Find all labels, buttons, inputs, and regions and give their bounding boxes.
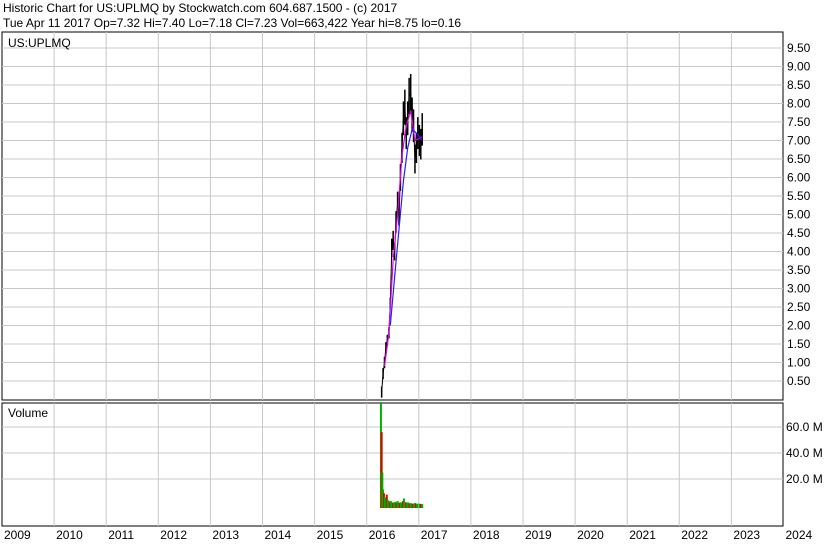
price-tick-label: 6.50	[787, 152, 811, 166]
header-quote: Tue Apr 11 2017 Op=7.32 Hi=7.40 Lo=7.18 …	[3, 16, 461, 30]
price-tick-label: 5.50	[787, 189, 811, 203]
volume-panel-title: Volume	[8, 406, 48, 420]
year-tick-label: 2021	[629, 528, 656, 542]
price-tick-label: 9.50	[787, 41, 811, 55]
year-tick-label: 2016	[369, 528, 396, 542]
price-tick-label: 2.50	[787, 300, 811, 314]
volume-tick-label: 40.0 M	[786, 446, 823, 460]
chart-svg: Historic Chart for US:UPLMQ by Stockwatc…	[0, 0, 830, 543]
price-tick-label: 8.50	[787, 78, 811, 92]
year-tick-label: 2022	[681, 528, 708, 542]
year-tick-label: 2020	[577, 528, 604, 542]
year-tick-label: 2015	[317, 528, 344, 542]
price-tick-label: 3.00	[787, 282, 811, 296]
year-tick-label: 2014	[265, 528, 292, 542]
year-tick-label: 2019	[525, 528, 552, 542]
header-title: Historic Chart for US:UPLMQ by Stockwatc…	[3, 1, 397, 15]
year-tick-label: 2017	[421, 528, 448, 542]
price-tick-label: 2.00	[787, 319, 811, 333]
chart-background	[0, 0, 830, 543]
year-tick-label: 2023	[733, 528, 760, 542]
price-tick-label: 7.50	[787, 115, 811, 129]
price-tick-label: 9.00	[787, 60, 811, 74]
volume-bar	[421, 504, 424, 508]
year-tick-label: 2011	[108, 528, 134, 542]
year-tick-label: 2013	[212, 528, 239, 542]
price-tick-label: 4.50	[787, 226, 811, 240]
price-tick-label: 1.50	[787, 337, 811, 351]
year-tick-label: 2010	[56, 528, 83, 542]
year-tick-label: 2012	[160, 528, 187, 542]
price-tick-label: 1.00	[787, 356, 811, 370]
price-tick-label: 3.50	[787, 263, 811, 277]
stock-chart: Historic Chart for US:UPLMQ by Stockwatc…	[0, 0, 830, 543]
price-tick-label: 0.50	[787, 374, 811, 388]
volume-tick-label: 20.0 M	[786, 472, 823, 486]
volume-bar	[416, 503, 419, 508]
volume-y-axis: 20.0 M 40.0 M 60.0 M	[786, 420, 823, 486]
price-tick-label: 5.00	[787, 208, 811, 222]
year-tick-label: 2018	[473, 528, 500, 542]
year-tick-label: 2024	[786, 528, 813, 542]
year-tick-label: 2009	[4, 528, 31, 542]
price-tick-label: 4.00	[787, 245, 811, 259]
volume-tick-label: 60.0 M	[786, 420, 823, 434]
price-tick-label: 7.00	[787, 134, 811, 148]
price-panel-title: US:UPLMQ	[8, 36, 71, 50]
price-tick-label: 6.00	[787, 171, 811, 185]
price-tick-label: 8.00	[787, 97, 811, 111]
